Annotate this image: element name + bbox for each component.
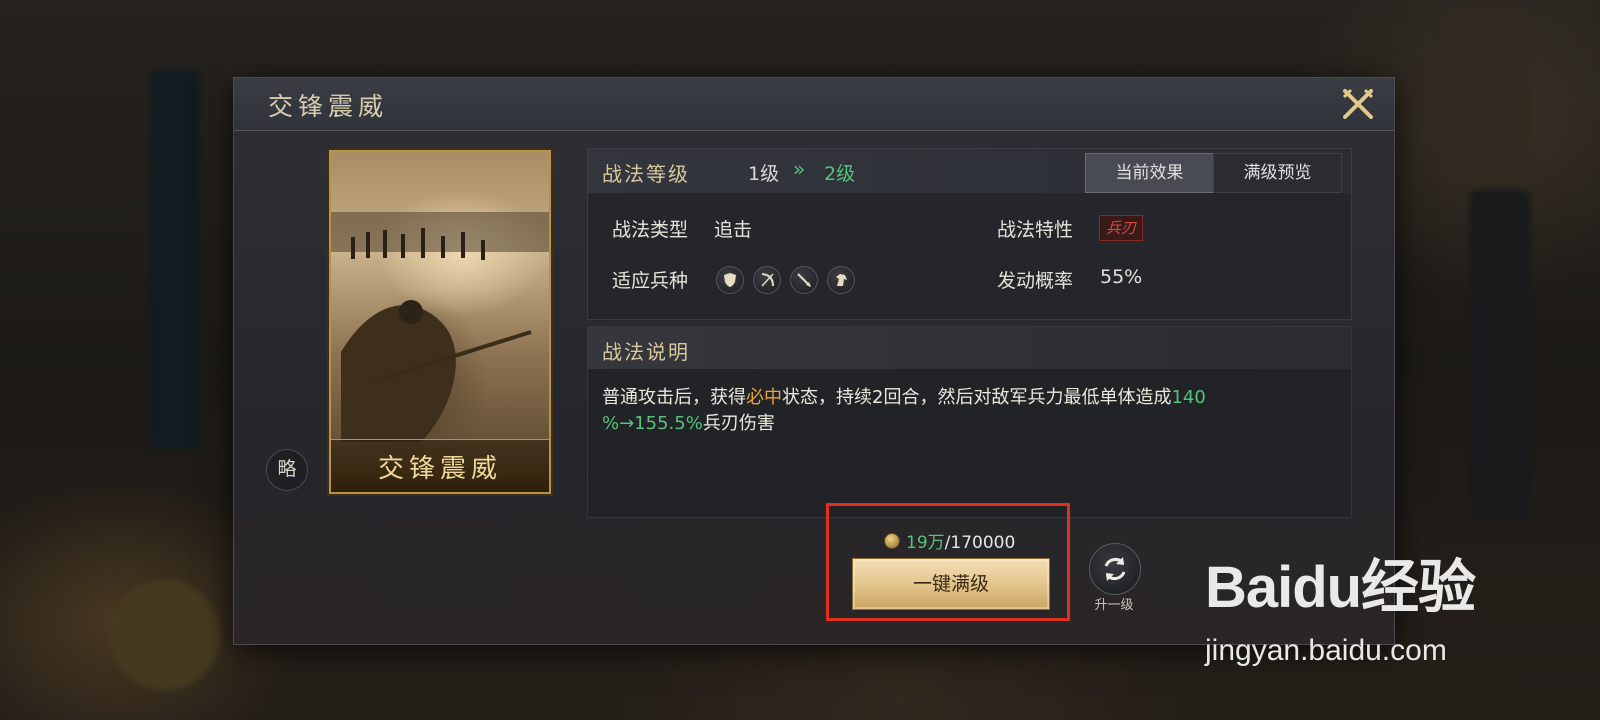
description-highlight: 必中 (746, 387, 782, 408)
bow-troop-icon (753, 266, 781, 294)
description-part3: 兵刃伤害 (702, 413, 775, 434)
description-text: 普通攻击后，获得必中状态，持续2回合，然后对敌军兵力最低单体造成140 %→155… (602, 385, 1337, 437)
tactic-info-panel: 战法等级 1级 » 2级 当前效果 满级预览 战法类型 追击 战法特性 兵刃 适… (587, 148, 1352, 320)
spear-troop-icon (790, 266, 818, 294)
trigger-rate-label: 发动概率 (997, 270, 1074, 292)
trigger-rate-value: 55% (1100, 266, 1143, 288)
tab-max-preview[interactable]: 满级预览 (1213, 153, 1342, 193)
cost-owned: 19万 (906, 533, 945, 553)
level-arrow-icon: » (793, 157, 806, 181)
shield-troop-icon (716, 266, 744, 294)
dialog-title: 交锋震威 (268, 92, 389, 121)
max-level-button[interactable]: 一键满级 (852, 558, 1050, 610)
tactic-type-value: 追击 (714, 219, 753, 241)
tactic-card-name: 交锋震威 (377, 454, 502, 484)
tactic-trait-label: 战法特性 (997, 219, 1074, 241)
level-next: 2级 (824, 163, 856, 185)
coin-icon (884, 533, 900, 549)
baidu-url: jingyan.baidu.com (1205, 634, 1447, 667)
level-current: 1级 (748, 163, 780, 185)
level-title: 战法等级 (602, 162, 690, 186)
tactic-type-label: 战法类型 (612, 219, 689, 241)
description-part1: 普通攻击后，获得 (602, 387, 746, 408)
close-button[interactable] (1340, 86, 1376, 122)
dialog-header: 交锋震威 (234, 78, 1394, 131)
tactic-type-badge: 略 (266, 449, 308, 491)
upgrade-cost: 19万/170000 (884, 528, 1015, 553)
horse-troop-icon (827, 266, 855, 294)
description-header: 战法说明 (588, 327, 1351, 369)
tab-current-effect[interactable]: 当前效果 (1085, 153, 1214, 193)
tactic-card-name-bar: 交锋震威 (331, 439, 549, 492)
tactic-trait-tag: 兵刃 (1099, 215, 1144, 241)
upgrade-one-label: 升一级 (1094, 598, 1134, 613)
description-value-end: %→155.5% (602, 413, 703, 434)
troops-label: 适应兵种 (612, 270, 689, 292)
tactic-description-panel: 战法说明 普通攻击后，获得必中状态，持续2回合，然后对敌军兵力最低单体造成140… (587, 326, 1352, 518)
description-title: 战法说明 (602, 340, 690, 364)
tactic-card: 交锋震威 (329, 150, 551, 494)
crossed-swords-close-icon (1342, 88, 1374, 119)
cost-required: 170000 (950, 533, 1016, 553)
refresh-icon (1104, 557, 1126, 581)
level-header: 战法等级 1级 » 2级 当前效果 满级预览 (588, 149, 1351, 193)
description-value-start: 140 (1171, 387, 1206, 408)
baidu-logo: Baidu经验 (1205, 555, 1476, 620)
upgrade-one-button[interactable] (1089, 543, 1141, 595)
description-part2: 状态，持续2回合，然后对敌军兵力最低单体造成 (782, 387, 1172, 408)
